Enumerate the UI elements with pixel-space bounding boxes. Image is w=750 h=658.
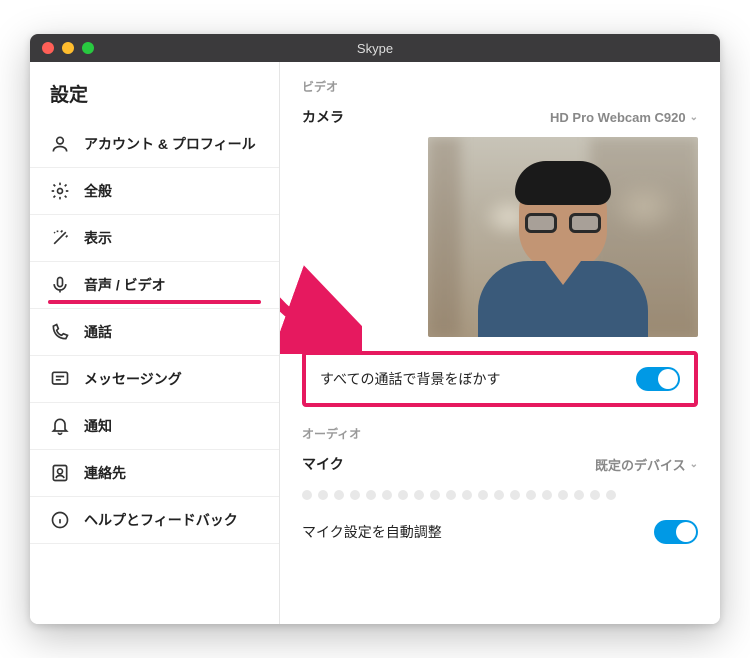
message-icon bbox=[50, 369, 70, 389]
mic-device-select[interactable]: 既定のデバイス ⌄ bbox=[595, 455, 698, 474]
sidebar: 設定 アカウント & プロフィール 全般 表示 音声 / ビデオ 通話 bbox=[30, 62, 280, 624]
sidebar-item-label: 連絡先 bbox=[84, 463, 126, 483]
sidebar-item-label: 全般 bbox=[84, 181, 112, 201]
mic-auto-adjust-label: マイク設定を自動調整 bbox=[302, 522, 442, 542]
minimize-button[interactable] bbox=[62, 42, 74, 54]
chevron-down-icon: ⌄ bbox=[690, 112, 698, 123]
content-area: 設定 アカウント & プロフィール 全般 表示 音声 / ビデオ 通話 bbox=[30, 62, 720, 624]
traffic-lights bbox=[30, 42, 94, 54]
mic-label: マイク bbox=[302, 454, 344, 474]
sidebar-title: 設定 bbox=[30, 80, 279, 121]
camera-device-value: HD Pro Webcam C920 bbox=[550, 110, 686, 125]
sidebar-item-messaging[interactable]: メッセージング bbox=[30, 356, 279, 403]
blur-background-label: すべての通話で背景をぼかす bbox=[320, 369, 500, 389]
blur-background-toggle[interactable] bbox=[636, 367, 680, 391]
sidebar-item-audio-video[interactable]: 音声 / ビデオ bbox=[30, 262, 279, 309]
mic-level-meter bbox=[302, 480, 698, 514]
sidebar-item-appearance[interactable]: 表示 bbox=[30, 215, 279, 262]
arrow-annotation bbox=[280, 224, 362, 354]
active-underline-annotation bbox=[48, 300, 261, 304]
main-panel: ビデオ カメラ HD Pro Webcam C920 ⌄ すべて bbox=[280, 62, 720, 624]
camera-preview-subject bbox=[473, 167, 653, 337]
contacts-icon bbox=[50, 463, 70, 483]
sidebar-item-label: 表示 bbox=[84, 228, 112, 248]
bell-icon bbox=[50, 416, 70, 436]
audio-section-label: オーディオ bbox=[302, 425, 698, 442]
mic-auto-adjust-toggle[interactable] bbox=[654, 520, 698, 544]
video-section-label: ビデオ bbox=[302, 78, 698, 95]
wand-icon bbox=[50, 228, 70, 248]
app-window: Skype 設定 アカウント & プロフィール 全般 表示 音声 / ビデオ bbox=[30, 34, 720, 624]
sidebar-item-calling[interactable]: 通話 bbox=[30, 309, 279, 356]
titlebar[interactable]: Skype bbox=[30, 34, 720, 62]
sidebar-item-help[interactable]: ヘルプとフィードバック bbox=[30, 497, 279, 544]
sidebar-item-label: 音声 / ビデオ bbox=[84, 275, 166, 295]
camera-label: カメラ bbox=[302, 107, 344, 127]
sidebar-item-account[interactable]: アカウント & プロフィール bbox=[30, 121, 279, 168]
chevron-down-icon: ⌄ bbox=[690, 459, 698, 470]
camera-preview bbox=[428, 137, 698, 337]
blur-background-highlight: すべての通話で背景をぼかす bbox=[302, 351, 698, 407]
mic-auto-adjust-row: マイク設定を自動調整 bbox=[302, 514, 698, 550]
mic-device-value: 既定のデバイス bbox=[595, 455, 686, 474]
sidebar-item-notifications[interactable]: 通知 bbox=[30, 403, 279, 450]
sidebar-item-label: アカウント & プロフィール bbox=[84, 134, 256, 154]
camera-row[interactable]: カメラ HD Pro Webcam C920 ⌄ bbox=[302, 101, 698, 133]
maximize-button[interactable] bbox=[82, 42, 94, 54]
gear-icon bbox=[50, 181, 70, 201]
sidebar-item-contacts[interactable]: 連絡先 bbox=[30, 450, 279, 497]
sidebar-item-label: 通知 bbox=[84, 416, 112, 436]
info-icon bbox=[50, 510, 70, 530]
mic-icon bbox=[50, 275, 70, 295]
sidebar-item-label: メッセージング bbox=[84, 369, 182, 389]
camera-device-select[interactable]: HD Pro Webcam C920 ⌄ bbox=[550, 110, 698, 125]
sidebar-item-label: ヘルプとフィードバック bbox=[84, 510, 238, 530]
window-title: Skype bbox=[30, 41, 720, 56]
mic-row[interactable]: マイク 既定のデバイス ⌄ bbox=[302, 448, 698, 480]
sidebar-item-general[interactable]: 全般 bbox=[30, 168, 279, 215]
person-icon bbox=[50, 134, 70, 154]
phone-icon bbox=[50, 322, 70, 342]
sidebar-item-label: 通話 bbox=[84, 322, 112, 342]
close-button[interactable] bbox=[42, 42, 54, 54]
